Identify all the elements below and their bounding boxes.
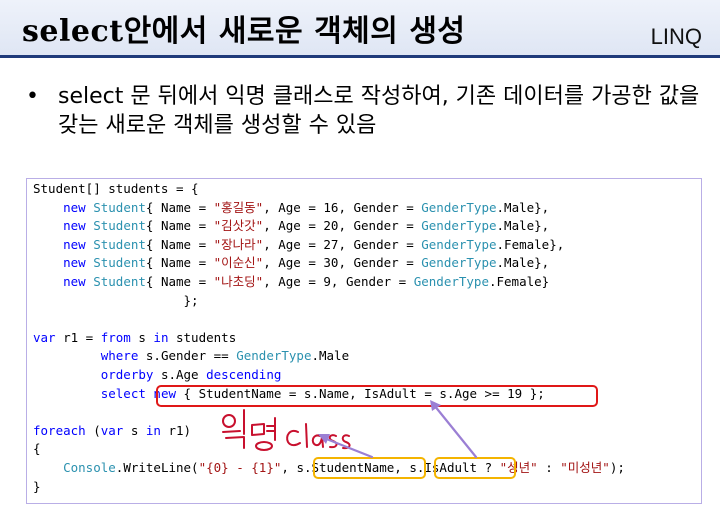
- code-line: new Student{ Name = "장나라", Age = 27, Gen…: [33, 236, 625, 255]
- code-token: .Female},: [496, 236, 565, 252]
- code-token: GenderType: [421, 236, 497, 252]
- code-token: s.Gender ==: [138, 348, 237, 364]
- code-token: }: [33, 478, 41, 494]
- code-token: { Name =: [145, 199, 214, 215]
- student-name-highlight: [313, 457, 426, 479]
- code-token: students: [168, 329, 237, 345]
- code-token: select: [100, 385, 146, 401]
- code-token: new: [63, 199, 86, 215]
- code-token: "{0} - {1}": [198, 459, 282, 475]
- code-token: .Male},: [496, 199, 550, 215]
- code-token: GenderType: [421, 199, 497, 215]
- code-token: { Name =: [145, 273, 214, 289]
- code-token: new: [63, 218, 86, 234]
- code-token: };: [33, 292, 199, 308]
- code-token: Student: [93, 273, 146, 289]
- code-token: Console: [63, 459, 116, 475]
- code-line: Student[] students = {: [33, 180, 625, 199]
- code-token: .Female}: [488, 273, 550, 289]
- code-token: GenderType: [421, 255, 497, 271]
- code-token: , Age = 16, Gender =: [263, 199, 422, 215]
- code-token: .Male: [311, 348, 350, 364]
- code-token: r1 =: [55, 329, 101, 345]
- code-token: descending: [206, 366, 282, 382]
- code-line: where s.Gender == GenderType.Male: [33, 347, 625, 366]
- code-token: { Name =: [145, 236, 214, 252]
- code-token: :: [537, 459, 561, 475]
- code-token: Student: [93, 255, 146, 271]
- code-token: var: [33, 329, 56, 345]
- code-line: new Student{ Name = "홍길동", Age = 16, Gen…: [33, 199, 625, 218]
- code-token: from: [100, 329, 131, 345]
- is-adult-highlight: [434, 457, 516, 479]
- code-line: new Student{ Name = "나초딩", Age = 9, Gend…: [33, 273, 625, 292]
- code-token: new: [63, 273, 86, 289]
- code-token: s: [130, 329, 154, 345]
- code-token: Student[] students = {: [33, 181, 199, 196]
- code-line: new Student{ Name = "이순신", Age = 30, Gen…: [33, 254, 625, 273]
- code-token: GenderType: [413, 273, 489, 289]
- code-token: Student: [93, 199, 146, 215]
- code-token: foreach: [33, 422, 86, 438]
- bullet-text: select 문 뒤에서 익명 클래스로 작성하여, 기존 데이터를 가공한 값…: [58, 84, 700, 138]
- code-block: Student[] students = { new Student{ Name…: [33, 180, 625, 496]
- bullet-icon: •: [26, 84, 39, 109]
- code-token: orderby: [100, 366, 154, 382]
- slide-topic-tag: LINQ: [650, 24, 702, 49]
- code-token: "홍길동": [213, 199, 264, 215]
- code-line: new Student{ Name = "김삿갓", Age = 20, Gen…: [33, 217, 625, 236]
- slide-title: select안에서 새로운 객체의 생성: [22, 14, 466, 49]
- code-token: , Age = 9, Gender =: [263, 273, 414, 289]
- code-line: }: [33, 478, 625, 497]
- anonymous-object-highlight: [156, 385, 598, 407]
- code-token: , Age = 27, Gender =: [263, 236, 422, 252]
- code-token: Student: [93, 218, 146, 234]
- code-token: { Name =: [145, 218, 214, 234]
- code-token: "김삿갓": [213, 218, 264, 234]
- slide-title-bar: select안에서 새로운 객체의 생성 LINQ: [0, 0, 720, 58]
- code-line: };: [33, 292, 625, 311]
- code-listing: Student[] students = { new Student{ Name…: [26, 178, 702, 504]
- code-token: in: [145, 422, 161, 438]
- code-token: .Male},: [496, 255, 550, 271]
- code-token: var: [100, 422, 124, 438]
- code-token: new: [63, 236, 86, 252]
- bullet-point: • select 문 뒤에서 익명 클래스로 작성하여, 기존 데이터를 가공한…: [26, 82, 706, 140]
- code-line: var r1 = from s in students: [33, 329, 625, 348]
- code-token: , Age = 30, Gender =: [263, 255, 422, 271]
- code-token: "장나라": [213, 236, 264, 252]
- code-token: {: [33, 441, 41, 457]
- code-token: in: [153, 329, 169, 345]
- code-token: Student: [93, 236, 146, 252]
- code-token: "이순신": [213, 255, 264, 271]
- code-token: , Age = 20, Gender =: [263, 218, 422, 234]
- code-token: GenderType: [421, 218, 497, 234]
- code-token: s.Age: [153, 366, 207, 382]
- code-token: where: [100, 348, 139, 364]
- code-token: new: [63, 255, 86, 271]
- code-token: );: [609, 459, 625, 475]
- code-token: s: [123, 422, 146, 438]
- code-token: (: [85, 422, 101, 438]
- code-token: r1): [160, 422, 192, 438]
- code-token: "미성년": [560, 459, 610, 475]
- code-line: orderby s.Age descending: [33, 366, 625, 385]
- code-token: { Name =: [145, 255, 214, 271]
- code-token: "나초딩": [213, 273, 264, 289]
- code-token: .Male},: [496, 218, 550, 234]
- code-token: GenderType: [236, 348, 312, 364]
- code-token: .WriteLine(: [115, 459, 199, 475]
- code-line: foreach (var s in r1): [33, 422, 625, 441]
